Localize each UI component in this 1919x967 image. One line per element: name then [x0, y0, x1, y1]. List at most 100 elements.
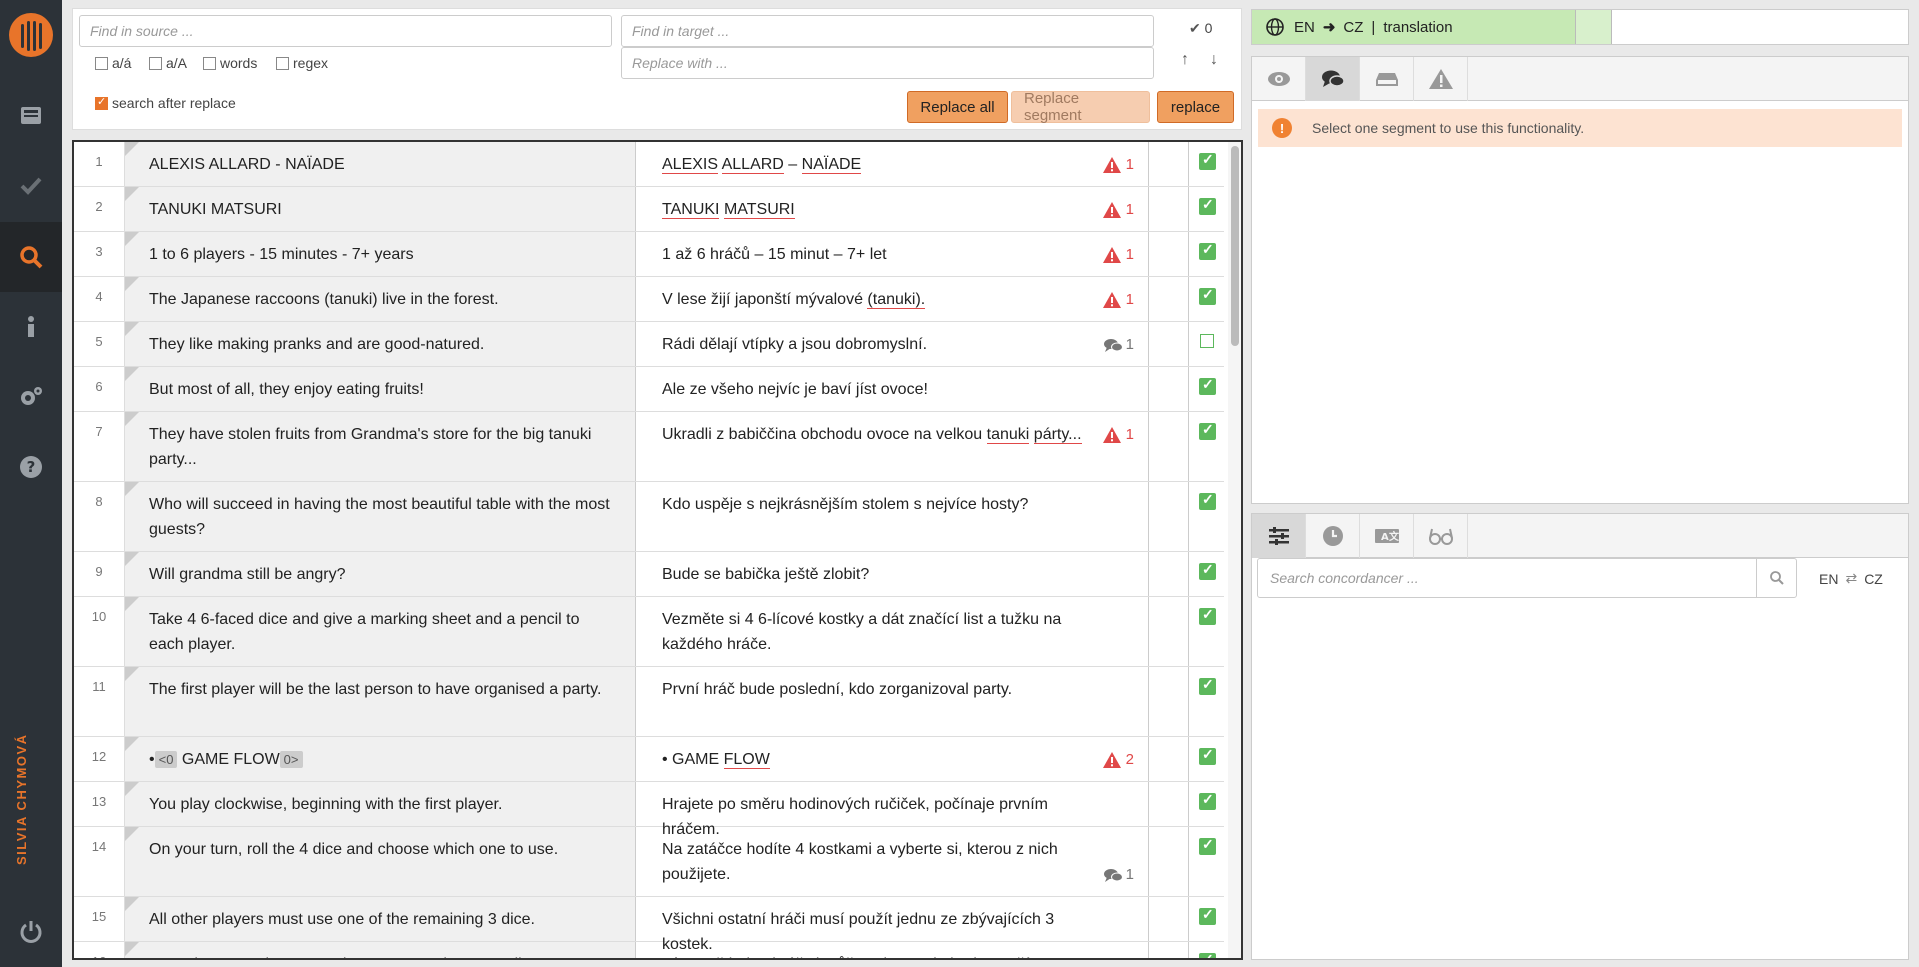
nav-tasks[interactable]: [0, 80, 62, 150]
segment-source[interactable]: They like making pranks and are good-nat…: [125, 322, 636, 366]
replace-input[interactable]: [621, 47, 1154, 79]
grid-scrollbar[interactable]: [1228, 142, 1241, 958]
segment-status[interactable]: [1189, 482, 1224, 551]
segment-status[interactable]: [1189, 667, 1224, 736]
segment-status[interactable]: [1189, 737, 1224, 781]
segment-source[interactable]: You play clockwise, beginning with the f…: [125, 782, 636, 826]
nav-review[interactable]: [0, 150, 62, 220]
segment-status[interactable]: [1189, 322, 1224, 366]
spelling-error[interactable]: (tanuki).: [867, 291, 926, 309]
tab-preview[interactable]: [1252, 57, 1306, 101]
spelling-error[interactable]: párty...: [1033, 426, 1082, 444]
tab-terminology[interactable]: A文: [1360, 514, 1414, 558]
segment-status[interactable]: [1189, 412, 1224, 481]
spelling-error[interactable]: TANUKI: [662, 201, 720, 219]
segment-row[interactable]: 12 • <0 GAME FLOW 0> • GAME FLOW 2: [74, 737, 1224, 782]
confirmed-checkbox[interactable]: [1199, 906, 1216, 925]
next-match-button[interactable]: ↓: [1205, 51, 1223, 69]
spelling-error[interactable]: MATSURI: [723, 201, 795, 219]
confirmed-checkbox[interactable]: [1199, 151, 1216, 170]
tag-close[interactable]: 0>: [279, 751, 303, 768]
qa-warning[interactable]: 2: [1102, 747, 1134, 772]
segment-row[interactable]: 14 On your turn, roll the 4 dice and choo…: [74, 827, 1224, 897]
confirmed-checkbox[interactable]: [1199, 421, 1216, 440]
segment-target[interactable]: TANUKI MATSURI 1: [637, 187, 1149, 231]
option-search-after-replace[interactable]: search after replace: [95, 95, 236, 111]
checkbox[interactable]: [276, 56, 289, 70]
qa-warning[interactable]: 1: [1102, 197, 1134, 222]
segment-target[interactable]: První hráč bude poslední, kdo zorganizov…: [637, 667, 1149, 736]
spelling-error[interactable]: ALLARD: [721, 156, 784, 174]
replace-segment-button[interactable]: Replace segment: [1011, 90, 1150, 124]
comment-indicator[interactable]: 1: [1103, 862, 1134, 887]
spelling-error[interactable]: tanuki: [986, 426, 1030, 444]
segment-source[interactable]: ALEXIS ALLARD - NAÏADE: [125, 142, 636, 186]
concordancer-lang-toggle[interactable]: EN ⇄ CZ: [1819, 570, 1883, 587]
nav-help[interactable]: ?: [0, 432, 62, 502]
checkbox[interactable]: [95, 56, 108, 70]
segment-source[interactable]: Take 4 6-faced dice and give a marking s…: [125, 597, 636, 666]
tab-storage[interactable]: [1360, 57, 1414, 101]
segment-target[interactable]: Ukradli z babiččina obchodu ovoce na vel…: [637, 412, 1149, 481]
segment-target[interactable]: ALEXIS ALLARD – NAÏADE 1: [637, 142, 1149, 186]
segment-source[interactable]: But most of all, they enjoy eating fruit…: [125, 367, 636, 411]
comment-indicator[interactable]: 1: [1103, 332, 1134, 357]
source-search-input[interactable]: [79, 15, 612, 47]
concordancer-search-input[interactable]: [1257, 558, 1797, 598]
confirmed-checkbox[interactable]: [1199, 286, 1216, 305]
segment-source[interactable]: Will grandma still be angry?: [125, 552, 636, 596]
segment-target[interactable]: Bude se babička ještě zlobit?: [637, 552, 1149, 596]
confirmed-checkbox[interactable]: [1199, 241, 1216, 260]
segment-target[interactable]: 1 až 6 hráčů – 15 minut – 7+ let 1: [637, 232, 1149, 276]
confirmed-checkbox[interactable]: [1199, 791, 1216, 810]
segment-row[interactable]: 13 You play clockwise, beginning with the…: [74, 782, 1224, 838]
segment-row[interactable]: 2 TANUKI MATSURI TANUKI MATSURI 1: [74, 187, 1224, 232]
nav-search[interactable]: [0, 222, 62, 292]
confirmed-checkbox[interactable]: [1199, 746, 1216, 765]
segment-row[interactable]: 5 They like making pranks and are good-na…: [74, 322, 1224, 367]
segment-target[interactable]: Vezměte si 4 6-lícové kostky a dát značí…: [637, 597, 1149, 666]
app-logo[interactable]: [9, 13, 53, 57]
segment-status[interactable]: [1189, 942, 1224, 958]
tab-warnings[interactable]: [1414, 57, 1468, 101]
segment-row[interactable]: 1 ALEXIS ALLARD - NAÏADE ALEXIS ALLARD – N…: [74, 142, 1224, 187]
qa-warning[interactable]: 1: [1102, 422, 1134, 447]
option-case[interactable]: a/A: [149, 55, 187, 71]
segment-target[interactable]: V lese žijí japonští mývalové (tanuki). 1: [637, 277, 1149, 321]
option-regex[interactable]: regex: [276, 55, 328, 71]
confirmed-checkbox[interactable]: [1199, 491, 1216, 510]
segment-status[interactable]: [1189, 232, 1224, 276]
tab-history[interactable]: [1306, 514, 1360, 558]
segment-target[interactable]: Více než jeden hráč si může vybrat, zda …: [637, 942, 1149, 958]
segment-row[interactable]: 3 1 to 6 players - 15 minutes - 7+ years 1…: [74, 232, 1224, 277]
spelling-error[interactable]: ALEXIS: [662, 156, 719, 174]
option-accent[interactable]: a/á: [95, 55, 131, 71]
confirmed-checkbox[interactable]: [1199, 676, 1216, 695]
segment-row[interactable]: 16 More than one player can choose to use…: [74, 942, 1224, 958]
confirmed-checkbox[interactable]: [1199, 376, 1216, 395]
option-words[interactable]: words: [203, 55, 257, 71]
tab-glasses[interactable]: [1414, 514, 1468, 558]
segment-status[interactable]: [1189, 367, 1224, 411]
confirmed-checkbox[interactable]: [1199, 836, 1216, 855]
segment-row[interactable]: 10 Take 4 6-faced dice and give a marking…: [74, 597, 1224, 667]
segment-target[interactable]: Rádi dělají vtípky a jsou dobromyslní. 1: [637, 322, 1149, 366]
segment-status[interactable]: [1189, 597, 1224, 666]
segment-row[interactable]: 4 The Japanese raccoons (tanuki) live in …: [74, 277, 1224, 322]
concordancer-search-button[interactable]: [1756, 559, 1796, 597]
scrollbar-thumb[interactable]: [1231, 146, 1239, 346]
segment-source[interactable]: The first player will be the last person…: [125, 667, 636, 736]
segment-status[interactable]: [1189, 552, 1224, 596]
segment-status[interactable]: [1189, 277, 1224, 321]
confirmed-checkbox[interactable]: [1199, 951, 1216, 958]
target-search-input[interactable]: [621, 15, 1154, 47]
segment-status[interactable]: [1189, 782, 1224, 826]
checkbox[interactable]: [95, 95, 108, 110]
replace-all-button[interactable]: Replace all: [907, 91, 1008, 123]
tab-comments[interactable]: [1306, 57, 1360, 101]
tag-open[interactable]: <0: [154, 751, 178, 768]
nav-settings[interactable]: [0, 362, 62, 432]
segment-source[interactable]: The Japanese raccoons (tanuki) live in t…: [125, 277, 636, 321]
language-pair[interactable]: EN ➜ CZ | translation: [1252, 10, 1575, 44]
segment-status[interactable]: [1189, 142, 1224, 186]
